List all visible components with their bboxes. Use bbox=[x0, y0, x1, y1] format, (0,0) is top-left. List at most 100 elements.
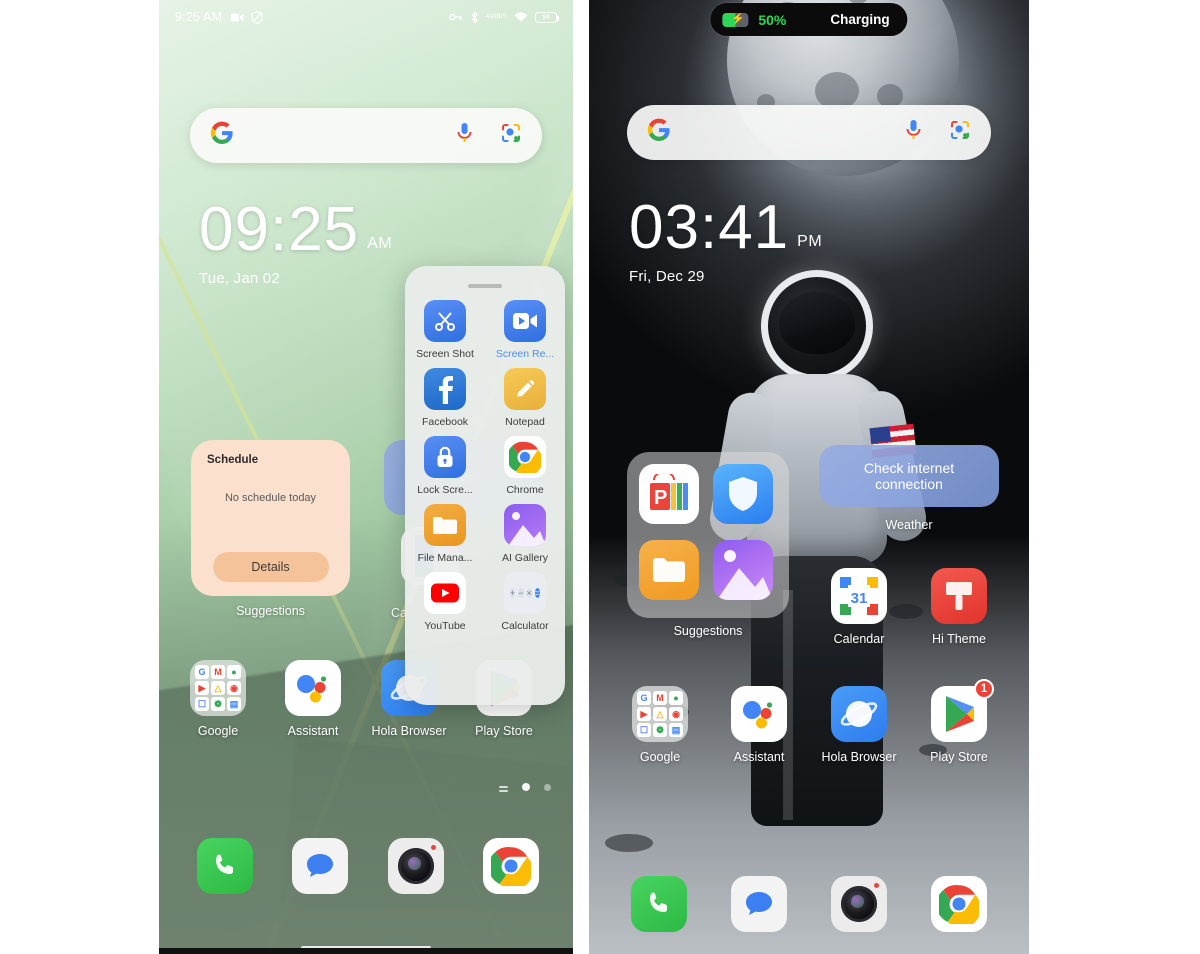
popup-item-lock-screen[interactable]: Lock Scre... bbox=[405, 435, 485, 496]
popup-item-file-manager[interactable]: File Mana... bbox=[405, 503, 485, 564]
gallery-icon bbox=[713, 540, 773, 600]
popup-item-facebook[interactable]: Facebook bbox=[405, 367, 485, 428]
app-label: Assistant bbox=[733, 750, 785, 764]
calculator-icon: + − × = bbox=[504, 571, 546, 614]
dock-messages-right[interactable] bbox=[729, 876, 789, 932]
network-speed-value: 410 bbox=[485, 12, 497, 20]
dock-chrome-right[interactable] bbox=[929, 876, 989, 932]
phone-icon bbox=[631, 876, 687, 932]
weather-widget-right[interactable]: Check internet connection bbox=[819, 445, 999, 507]
page-dot-active[interactable] bbox=[522, 783, 530, 791]
popup-item-label: Screen Re... bbox=[495, 347, 555, 360]
weather-widget-text: Check internet connection bbox=[863, 460, 955, 492]
dock-phone-right[interactable] bbox=[629, 876, 689, 932]
chrome-icon bbox=[483, 838, 539, 894]
dock-phone-left[interactable] bbox=[195, 838, 255, 894]
suggestions-folder-label: Suggestions bbox=[673, 624, 743, 638]
facebook-icon bbox=[424, 367, 466, 410]
calendar-icon: 31 bbox=[831, 568, 887, 624]
phone-screen-left: 9:25 AM 410 B/S 94 09:25 AM Tue, Jan 02 … bbox=[159, 0, 573, 954]
phone-icon bbox=[197, 838, 253, 894]
app-label: Assistant bbox=[287, 724, 339, 738]
app-assistant-left[interactable]: Assistant bbox=[270, 660, 356, 738]
video-record-icon bbox=[231, 12, 244, 23]
popup-item-label: Screen Shot bbox=[416, 347, 474, 360]
app-label: Google bbox=[639, 750, 681, 764]
schedule-details-button[interactable]: Details bbox=[212, 552, 329, 582]
notification-badge: 1 bbox=[974, 679, 994, 699]
screen-record-icon bbox=[504, 299, 546, 342]
folder-icon bbox=[639, 540, 699, 600]
popup-drag-handle[interactable] bbox=[468, 284, 502, 288]
clock-widget-left[interactable]: 09:25 AM Tue, Jan 02 bbox=[199, 198, 392, 288]
status-bar-left: 9:25 AM 410 B/S 94 bbox=[159, 0, 573, 34]
phone-bottom-edge-left bbox=[159, 948, 573, 954]
dock-camera-right[interactable] bbox=[829, 876, 889, 932]
youtube-icon bbox=[424, 571, 466, 614]
charging-status-pill: ⚡ 50% Charging bbox=[710, 3, 908, 36]
calc-key-minus: − bbox=[518, 587, 524, 598]
popup-item-label: Chrome bbox=[506, 483, 544, 496]
lock-icon bbox=[424, 435, 466, 478]
network-speed-icon: 410 B/S bbox=[485, 12, 507, 21]
camera-icon bbox=[388, 838, 444, 894]
app-assistant-right[interactable]: Assistant bbox=[716, 686, 802, 764]
app-google-folder-left[interactable]: G M ● ▶ △ ◉ ☐ ❁ ▤ Google bbox=[175, 660, 261, 738]
suggestions-folder[interactable]: P bbox=[627, 452, 789, 618]
app-label: Play Store bbox=[475, 724, 533, 738]
popup-item-screen-record[interactable]: Screen Re... bbox=[485, 299, 565, 360]
dock-chrome-left[interactable] bbox=[481, 838, 541, 894]
assistant-icon bbox=[731, 686, 787, 742]
weather-widget-label: Weather bbox=[885, 518, 933, 532]
app-hi-theme-right[interactable]: Hi Theme bbox=[916, 568, 1002, 646]
calc-key-equals: = bbox=[534, 587, 541, 598]
battery-level: 94 bbox=[542, 13, 550, 21]
clock-date: Tue, Jan 02 bbox=[199, 270, 280, 287]
popup-grid: Screen Shot Screen Re... Facebook Notepa… bbox=[405, 299, 565, 632]
dock-camera-left[interactable] bbox=[386, 838, 446, 894]
app-hola-browser-right[interactable]: Hola Browser bbox=[816, 686, 902, 764]
google-search-bar[interactable] bbox=[627, 105, 991, 160]
clock-widget-right[interactable]: 03:41 PM Fri, Dec 29 bbox=[629, 193, 823, 286]
shortcut-popup-menu[interactable]: Screen Shot Screen Re... Facebook Notepa… bbox=[405, 266, 565, 705]
dock-messages-left[interactable] bbox=[290, 838, 350, 894]
popup-item-youtube[interactable]: YouTube bbox=[405, 571, 485, 632]
app-label: Hola Browser bbox=[371, 724, 447, 738]
app-label: Hi Theme bbox=[932, 632, 986, 646]
popup-item-chrome[interactable]: Chrome bbox=[485, 435, 565, 496]
microphone-icon[interactable] bbox=[455, 122, 474, 149]
app-google-folder-right[interactable]: G M ● ▶ △ ◉ ☐ ❁ ▤ Google bbox=[617, 686, 703, 764]
schedule-empty-text: No schedule today bbox=[224, 492, 317, 504]
app-calendar-right[interactable]: 31 Calendar bbox=[816, 568, 902, 646]
schedule-widget[interactable]: Schedule No schedule today Details bbox=[191, 440, 350, 596]
folder-icon bbox=[424, 503, 466, 546]
popup-item-notepad[interactable]: Notepad bbox=[485, 367, 565, 428]
google-lens-icon[interactable] bbox=[500, 122, 522, 149]
shield-icon bbox=[251, 10, 263, 24]
calendar-day-number: 31 bbox=[851, 590, 868, 607]
app-play-store-right[interactable]: 1 Play Store bbox=[916, 679, 1002, 764]
home-page-icon[interactable] bbox=[499, 786, 508, 792]
google-folder-icon: G M ● ▶ △ ◉ ☐ ❁ ▤ bbox=[632, 686, 688, 742]
popup-item-label: YouTube bbox=[424, 619, 466, 632]
status-time: 9:25 AM bbox=[175, 10, 223, 24]
clock-date: Fri, Dec 29 bbox=[629, 268, 705, 285]
calc-key-times: × bbox=[526, 587, 532, 598]
clock-time: 03:41 bbox=[629, 193, 790, 262]
popup-item-label: Lock Scre... bbox=[417, 483, 473, 496]
popup-item-calculator[interactable]: + − × = Calculator bbox=[485, 571, 565, 632]
google-search-bar[interactable] bbox=[190, 108, 542, 163]
microphone-icon[interactable] bbox=[904, 119, 923, 146]
app-label: Google bbox=[197, 724, 239, 738]
shield-icon bbox=[713, 464, 773, 524]
popup-item-ai-gallery[interactable]: AI Gallery bbox=[485, 503, 565, 564]
page-dot[interactable] bbox=[544, 783, 551, 791]
clock-ampm: PM bbox=[797, 233, 823, 250]
messages-icon bbox=[731, 876, 787, 932]
wifi-icon bbox=[514, 12, 528, 23]
popup-item-screen-shot[interactable]: Screen Shot bbox=[405, 299, 485, 360]
hola-browser-icon bbox=[831, 686, 887, 742]
google-g-icon bbox=[210, 121, 234, 150]
page-indicator-left[interactable] bbox=[499, 783, 551, 792]
google-lens-icon[interactable] bbox=[949, 119, 971, 146]
